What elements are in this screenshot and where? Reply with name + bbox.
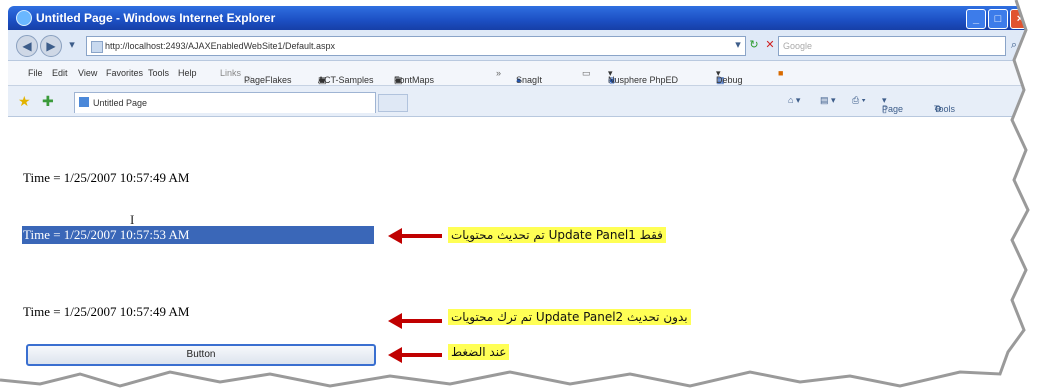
menu-favorites[interactable]: Favorites <box>106 68 143 78</box>
menu-bar: File Edit View Favorites Tools Help Link… <box>8 61 1038 86</box>
time-label-1: Time = 1/25/2007 10:57:49 AM <box>23 170 190 185</box>
close-button[interactable]: × <box>1010 9 1030 29</box>
refresh-icon[interactable]: ↻ <box>748 39 760 51</box>
note-panel1-updated: تم تحديث محتويات Update Panel1 فقط <box>448 227 666 243</box>
new-tab-button[interactable] <box>378 94 408 112</box>
nusphere-label: Nusphere PhpED <box>608 75 679 85</box>
search-placeholder: Google <box>783 41 813 51</box>
maximize-button[interactable]: □ <box>988 9 1008 29</box>
add-favorite-icon[interactable]: ✚ <box>42 93 54 110</box>
page-favicon-icon <box>79 97 89 107</box>
page-favicon-icon <box>91 41 103 53</box>
history-dropdown-icon[interactable]: ▾ <box>66 39 78 51</box>
ie-logo-icon <box>16 10 32 26</box>
snagit-label: SnagIt <box>516 75 543 85</box>
minimize-button[interactable]: _ <box>966 9 986 29</box>
favorites-star-icon[interactable]: ★ <box>18 93 31 110</box>
tab-title: Untitled Page <box>93 98 148 108</box>
title-bar: Untitled Page - Windows Internet Explore… <box>8 6 1038 30</box>
window-title: Untitled Page - Windows Internet Explore… <box>36 11 276 25</box>
back-button[interactable]: ◀ <box>16 35 38 57</box>
arrow-to-button <box>388 346 444 364</box>
search-input[interactable]: Google <box>778 36 1006 56</box>
arrow-to-panel1 <box>388 227 444 245</box>
note-on-click: عند الضغط <box>448 344 510 360</box>
forward-button[interactable]: ▶ <box>40 35 62 57</box>
url-text: http://localhost:2493/AJAXEnabledWebSite… <box>105 41 335 51</box>
link-fontmaps-label: FontMaps <box>394 75 435 85</box>
page-content: Time = 1/25/2007 10:57:49 AM I Time = 1/… <box>8 118 1038 392</box>
tab-untitled-page[interactable]: Untitled Page <box>74 92 376 113</box>
stop-icon[interactable]: ✕ <box>764 39 776 51</box>
page-menu-label: Page <box>882 104 904 114</box>
toolbar-extra-icon[interactable]: ■ <box>778 68 783 78</box>
search-icon[interactable]: ⌕ <box>1008 39 1020 51</box>
print-icon[interactable]: ⎙ ▾ <box>852 95 865 106</box>
browser-window: Untitled Page - Windows Internet Explore… <box>0 0 1038 392</box>
tools-menu-label: Tools <box>934 104 956 114</box>
arrow-to-panel2 <box>388 312 444 330</box>
links-label: Links <box>220 68 242 78</box>
page-menu[interactable]: ▯ Page ▾ <box>882 95 903 114</box>
menu-view[interactable]: View <box>78 68 97 78</box>
more-links-icon[interactable]: » <box>496 68 501 78</box>
address-bar: ◀ ▶ ▾ http://localhost:2493/AJAXEnabledW… <box>8 30 1038 61</box>
link-pageflakes-label: PageFlakes <box>244 75 292 85</box>
time-label-3: Time = 1/25/2007 10:57:49 AM <box>23 304 190 319</box>
update-panel1-selection: Time = 1/25/2007 10:57:53 AM <box>22 226 374 244</box>
menu-help[interactable]: Help <box>178 68 197 78</box>
snagit-capture-icon[interactable]: ▭ <box>582 68 591 79</box>
url-dropdown-icon[interactable]: ▾ <box>732 39 744 51</box>
debug-label: Debug <box>716 75 743 85</box>
menu-tools[interactable]: Tools <box>148 68 169 78</box>
url-input[interactable]: http://localhost:2493/AJAXEnabledWebSite… <box>86 36 746 56</box>
debug-button[interactable]: ▦ Debug ▾ <box>716 68 743 85</box>
feeds-icon[interactable]: ▤ ▾ <box>820 95 836 106</box>
link-act-samples-label: ACT-Samples <box>318 75 374 85</box>
submit-button[interactable]: Button <box>26 344 376 366</box>
nusphere-button[interactable]: ◉ Nusphere PhpED ▾ <box>608 68 678 85</box>
time-label-2: Time = 1/25/2007 10:57:53 AM <box>23 227 190 242</box>
menu-edit[interactable]: Edit <box>52 68 68 78</box>
note-panel2-unchanged: تم ترك محتويات Update Panel2 بدون تحديث <box>448 309 691 325</box>
home-icon[interactable]: ⌂ ▾ <box>788 95 800 106</box>
tab-bar: ★ ✚ Untitled Page ⌂ ▾ ▤ ▾ ⎙ ▾ ▯ Page ▾ ⚙… <box>8 86 1038 117</box>
menu-file[interactable]: File <box>28 68 43 78</box>
